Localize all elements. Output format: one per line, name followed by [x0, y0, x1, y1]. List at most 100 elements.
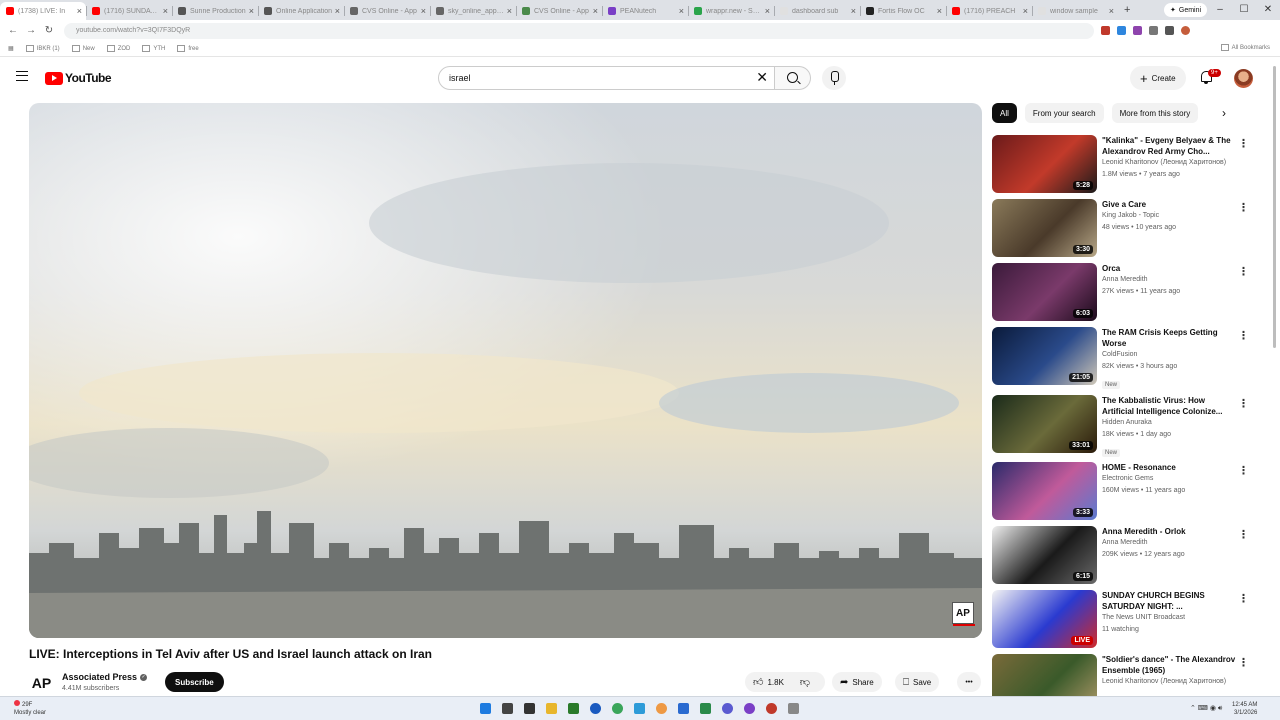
close-tab-icon[interactable]: ×	[1023, 6, 1028, 16]
browser-tab[interactable]: wrappr.new - Sunne ×	[688, 2, 774, 20]
video-title[interactable]: Give a Care	[1102, 199, 1237, 210]
thumbs-up-icon[interactable]: 👍︎	[753, 676, 763, 688]
app-icon[interactable]	[744, 703, 755, 714]
extension-icon[interactable]	[1117, 26, 1126, 35]
share-button[interactable]: ➦ Share	[832, 672, 882, 692]
browser-tab[interactable]: (1738) LIVE: In ×	[0, 2, 86, 20]
app-icon[interactable]	[722, 703, 733, 714]
account-avatar[interactable]	[1234, 69, 1253, 88]
system-tray[interactable]: ⌃ ⌨ ◉ 🔊︎	[1190, 704, 1222, 713]
recommended-video[interactable]: 21:05 The RAM Crisis Keeps Getting Worse C…	[992, 327, 1262, 389]
channel-name[interactable]: Hidden Anuraka	[1102, 417, 1237, 429]
search-button[interactable]	[775, 66, 811, 90]
extension-icon[interactable]	[1101, 26, 1110, 35]
youtube-logo[interactable]: YouTube	[45, 71, 112, 85]
video-title[interactable]: The Kabbalistic Virus: How Artificial In…	[1102, 395, 1237, 417]
chrome-active-icon[interactable]	[656, 703, 667, 714]
sidepanel-icon[interactable]	[1165, 26, 1174, 35]
app-icon[interactable]	[634, 703, 645, 714]
task-view-icon[interactable]	[502, 703, 513, 714]
video-thumbnail[interactable]: 3:30	[992, 199, 1097, 257]
chevron-right-icon[interactable]: ›	[1222, 106, 1226, 120]
video-title[interactable]: HOME - Resonance	[1102, 462, 1237, 473]
thumbs-down-icon[interactable]: 👎︎	[800, 676, 810, 688]
channel-name[interactable]: Leonid Kharitonov (Леонид Харитонов)	[1102, 157, 1237, 169]
bookmark-folder[interactable]: IBKR (1)	[26, 45, 60, 52]
recommended-video[interactable]: "Soldier's dance" - The Alexandrov Ensem…	[992, 654, 1262, 712]
channel-name[interactable]: ColdFusion	[1102, 349, 1237, 361]
close-tab-icon[interactable]: ×	[421, 6, 426, 16]
bookmark-folder[interactable]: New	[72, 45, 95, 52]
browser-tab[interactable]: Online Application ×	[258, 2, 344, 20]
browser-tab[interactable]: Sunne Production ×	[172, 2, 258, 20]
more-options-icon[interactable]: ⋮	[1238, 592, 1249, 605]
close-tab-icon[interactable]: ×	[679, 6, 684, 16]
close-tab-icon[interactable]: ×	[249, 6, 254, 16]
close-tab-icon[interactable]: ×	[937, 6, 942, 16]
video-thumbnail[interactable]: 3:33	[992, 462, 1097, 520]
maximize-button[interactable]: ☐	[1232, 0, 1256, 20]
recommended-video[interactable]: 6:03 Orca Anna Meredith 27K views • 11 year…	[992, 263, 1262, 323]
app-icon[interactable]	[766, 703, 777, 714]
weather-widget[interactable]: 29F Mostly clear	[14, 700, 46, 717]
video-title[interactable]: "Soldier's dance" - The Alexandrov Ensem…	[1102, 654, 1237, 676]
close-tab-icon[interactable]: ×	[1109, 6, 1114, 16]
recommended-video[interactable]: 6:15 Anna Meredith - Orlok Anna Meredith 20…	[992, 526, 1262, 586]
video-title[interactable]: Anna Meredith - Orlok	[1102, 526, 1237, 537]
video-title[interactable]: "Kalinka" - Evgeny Belyaev & The Alexand…	[1102, 135, 1237, 157]
bookmark-folder[interactable]: free	[177, 45, 198, 52]
bookmark-folder[interactable]: ZOD	[107, 45, 131, 52]
channel-name-link[interactable]: Associated Press ✓	[62, 672, 148, 682]
new-tab-button[interactable]: +	[1124, 4, 1130, 16]
more-actions-button[interactable]: •••	[957, 672, 981, 692]
chip-more-from-this-story[interactable]: More from this story	[1111, 103, 1199, 123]
profile-icon[interactable]	[1181, 26, 1190, 35]
recommended-video[interactable]: 5:28 "Kalinka" - Evgeny Belyaev & The Ale…	[992, 135, 1262, 195]
browser-tab[interactable]: PEANutech ×	[602, 2, 688, 20]
channel-name[interactable]: Leonid Kharitonov (Леонид Харитонов)	[1102, 676, 1237, 688]
gemini-button[interactable]: ✦ Gemini	[1164, 3, 1208, 17]
store-icon[interactable]	[568, 703, 579, 714]
taskbar-clock[interactable]: 12:45 AM 3/1/2026	[1232, 701, 1257, 717]
close-tab-icon[interactable]: ×	[163, 6, 168, 16]
url-field[interactable]: youtube.com/watch?v=3QI7F3DQyR	[64, 22, 1094, 39]
video-title[interactable]: SUNDAY CHURCH BEGINS SATURDAY NIGHT: ...	[1102, 590, 1237, 612]
save-button[interactable]: ⎕ Save	[895, 672, 940, 692]
more-options-icon[interactable]: ⋮	[1238, 464, 1249, 477]
close-tab-icon[interactable]: ×	[851, 6, 856, 16]
video-title[interactable]: Orca	[1102, 263, 1237, 274]
close-tab-icon[interactable]: ×	[765, 6, 770, 16]
video-thumbnail[interactable]: 6:03	[992, 263, 1097, 321]
terminal-icon[interactable]	[524, 703, 535, 714]
browser-tab[interactable]: window sample ×	[1032, 2, 1118, 20]
browser-tab[interactable]: (1716) SUNDAY CH ×	[86, 2, 172, 20]
channel-name[interactable]: Electronic Gems	[1102, 473, 1237, 485]
video-thumbnail[interactable]: 6:15	[992, 526, 1097, 584]
browser-tab[interactable]: CVS Online - App ×	[516, 2, 602, 20]
back-arrow-icon[interactable]: ←	[4, 25, 22, 36]
browser-tab[interactable]: Fortis Flow OC ×	[860, 2, 946, 20]
channel-name[interactable]: King Jakob - Topic	[1102, 210, 1237, 222]
excel-icon[interactable]	[700, 703, 711, 714]
bookmark-folder[interactable]: YTH	[142, 45, 165, 52]
close-tab-icon[interactable]: ×	[593, 6, 598, 16]
more-options-icon[interactable]: ⋮	[1238, 656, 1249, 669]
extensions-puzzle-icon[interactable]	[1149, 26, 1158, 35]
apps-grid-icon[interactable]: ▦	[8, 45, 14, 52]
close-tab-icon[interactable]: ×	[77, 6, 82, 16]
extension-icon[interactable]	[1133, 26, 1142, 35]
browser-tab[interactable]: sky_online_app_(1) ×	[430, 2, 516, 20]
subscribe-button[interactable]: Subscribe	[165, 672, 224, 692]
chip-all[interactable]: All	[992, 103, 1017, 123]
browser-tab[interactable]: CVS Online - App ×	[344, 2, 430, 20]
recommended-video[interactable]: 33:01 The Kabbalistic Virus: How Artifici…	[992, 395, 1262, 457]
video-thumbnail[interactable]: LIVE	[992, 590, 1097, 648]
more-options-icon[interactable]: ⋮	[1238, 265, 1249, 278]
more-options-icon[interactable]: ⋮	[1238, 137, 1249, 150]
video-thumbnail[interactable]: 5:28	[992, 135, 1097, 193]
more-options-icon[interactable]: ⋮	[1238, 201, 1249, 214]
menu-icon[interactable]	[16, 71, 28, 81]
search-input[interactable]: israel ✕	[438, 66, 775, 90]
recommended-video[interactable]: 3:33 HOME - Resonance Electronic Gems 160M …	[992, 462, 1262, 522]
clear-search-icon[interactable]: ✕	[756, 69, 768, 86]
